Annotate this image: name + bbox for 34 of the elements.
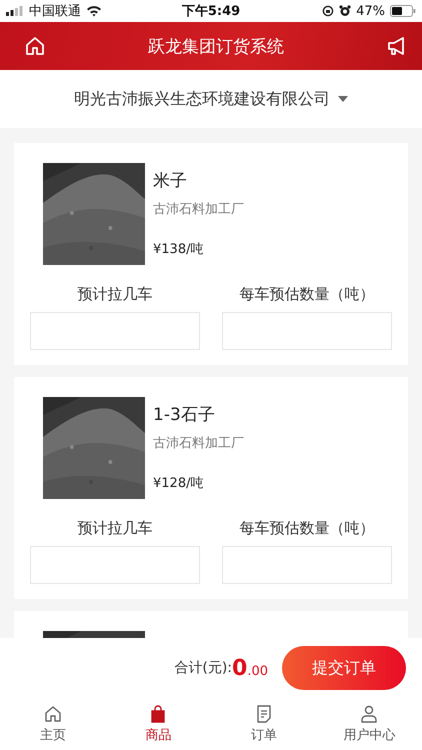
home-icon[interactable]: [24, 35, 46, 57]
clock-time: 下午5:49: [182, 3, 240, 20]
input-field[interactable]: [30, 546, 200, 584]
product-price: ¥138/吨: [153, 241, 204, 258]
input-field[interactable]: [30, 312, 200, 350]
input-field[interactable]: [222, 312, 392, 350]
total-amount: 0.00: [232, 656, 268, 680]
wifi-icon: [86, 5, 102, 17]
tab-item[interactable]: 订单: [211, 698, 316, 750]
total-label: 合计(元):: [174, 659, 232, 677]
rotation-lock-icon: [322, 5, 334, 17]
product-price: ¥128/吨: [153, 475, 204, 492]
user-icon: [359, 704, 380, 724]
tab-item[interactable]: 主页: [0, 698, 106, 750]
carrier-name: 中国联通: [29, 3, 81, 20]
field-label: 每车预估数量（吨）: [240, 519, 374, 538]
product-name: 米子: [153, 170, 188, 192]
dropdown-caret-icon: [338, 96, 348, 102]
supplier-name: 古沛石料加工厂: [153, 435, 244, 452]
battery-percent: 47%: [356, 4, 385, 18]
product-name: 1-3石子: [153, 404, 216, 426]
tab-item[interactable]: 商品: [106, 698, 211, 750]
home-icon: [42, 704, 63, 724]
app-title: 跃龙集团订货系统: [148, 36, 284, 58]
battery-icon: [390, 5, 416, 17]
alarm-icon: [339, 5, 352, 17]
tab-item[interactable]: 用户中心: [316, 698, 422, 750]
submit-order-button[interactable]: 提交订单: [282, 646, 406, 690]
field-label: 每车预估数量（吨）: [240, 285, 374, 304]
supplier-name: 古沛石料加工厂: [153, 201, 244, 218]
field-label: 预计拉几车: [78, 285, 152, 304]
input-field[interactable]: [222, 546, 392, 584]
signal-icon: [6, 6, 24, 16]
field-label: 预计拉几车: [78, 519, 152, 538]
